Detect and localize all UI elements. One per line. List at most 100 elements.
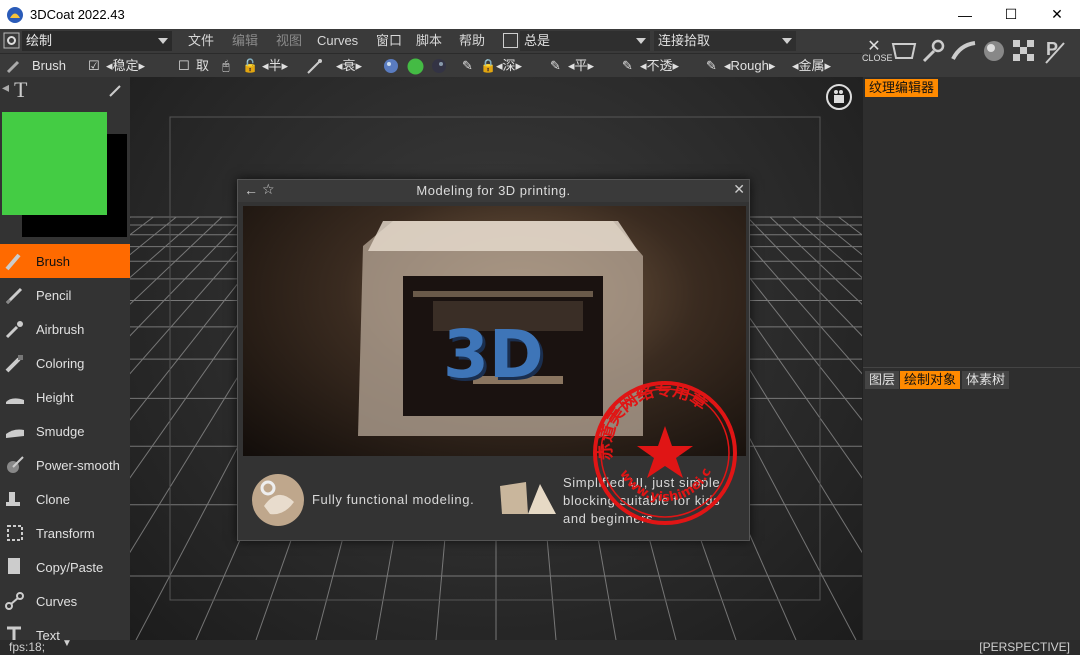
settings-brush-icon[interactable] — [920, 37, 948, 65]
checker-icon[interactable] — [1010, 37, 1038, 65]
falloff-control[interactable]: ◂衰▸ — [336, 54, 362, 78]
always-checkbox[interactable] — [503, 33, 518, 48]
brush-icon — [6, 60, 20, 74]
tool-coloring[interactable]: Coloring — [0, 346, 130, 380]
flat-control[interactable]: ◂平▸ — [568, 54, 594, 78]
menu-curves[interactable]: Curves — [317, 29, 358, 53]
pen-icon: ✎ — [462, 58, 473, 73]
lock-depth-icon[interactable]: 🔒 — [480, 54, 496, 78]
depth-control[interactable]: ◂深▸ — [496, 54, 522, 78]
tab-texture-editor[interactable]: 纹理编辑器 — [865, 79, 939, 97]
pen-pressure-icon[interactable] — [306, 57, 324, 75]
brush-icon — [5, 253, 21, 271]
pencil-icon — [5, 287, 23, 305]
close-tool-button[interactable]: ✕ CLOSE — [862, 38, 893, 64]
tab-layers[interactable]: 图层 — [865, 371, 900, 389]
tool-copy-paste[interactable]: Copy/Paste — [0, 550, 130, 584]
material-sphere-icon[interactable] — [383, 58, 399, 74]
mouse-icon[interactable]: 🖰 — [222, 54, 230, 78]
stabilize-control[interactable]: ◂稳定▸ — [106, 54, 145, 78]
color-sphere-icon[interactable] — [407, 58, 424, 75]
menu-help[interactable]: 帮助 — [459, 29, 485, 53]
tool-airbrush[interactable]: Airbrush — [0, 312, 130, 346]
panel-divider — [863, 367, 1080, 368]
curves-icon — [5, 592, 24, 610]
tool-transform[interactable]: Transform — [0, 516, 130, 550]
pen-icon: ✎ — [706, 58, 717, 73]
tool-label: Curves — [36, 593, 78, 609]
always-label: 总是 — [524, 33, 551, 48]
tool-text[interactable]: Text — [0, 618, 130, 640]
frame-icon[interactable] — [890, 37, 918, 65]
chevron-down-icon — [158, 38, 168, 44]
tool-curves[interactable]: Curves — [0, 584, 130, 618]
menu-file[interactable]: 文件 — [188, 29, 214, 53]
maximize-button[interactable]: ☐ — [988, 0, 1034, 29]
tool-label: Power-smooth — [36, 457, 120, 473]
window-title: 3DCoat 2022.43 — [30, 7, 125, 22]
metalness-control[interactable]: ◂金属▸ — [792, 54, 831, 78]
text-tool-icon[interactable]: T — [14, 77, 27, 103]
3d-logo-text: 3D — [443, 316, 544, 393]
pen-icon: ✎ — [622, 58, 633, 73]
roughness-control[interactable]: ◂Rough▸ — [724, 54, 775, 78]
menu-script[interactable]: 脚本 — [416, 29, 442, 53]
tool-height[interactable]: Height — [0, 380, 130, 414]
sphere-icon[interactable] — [980, 37, 1008, 65]
copy-paste-icon — [8, 558, 20, 574]
brush-name-label: Brush — [32, 58, 66, 73]
always-dropdown[interactable]: 总是 — [520, 31, 650, 51]
pick-label: 连接拾取 — [658, 33, 711, 48]
tool-smudge[interactable]: Smudge — [0, 414, 130, 448]
mode-dropdown-value: 绘制 — [26, 33, 53, 48]
tool-clone[interactable]: Clone — [0, 482, 130, 516]
menu-edit[interactable]: 编辑 — [232, 29, 258, 53]
menu-window[interactable]: 窗口 — [376, 29, 402, 53]
tool-label: Brush — [36, 253, 70, 269]
chevron-down-icon — [782, 38, 792, 44]
mode-dropdown[interactable]: 绘制 — [22, 31, 172, 51]
power-smooth-icon — [7, 456, 24, 473]
close-tool-label: CLOSE — [862, 53, 893, 63]
feature-modeling-text: Fully functional modeling. — [312, 492, 475, 507]
minimize-button[interactable]: — — [942, 0, 988, 29]
gloss-sphere-icon[interactable] — [431, 58, 447, 74]
fps-counter: fps:18; — [9, 640, 46, 654]
eyedropper-icon[interactable] — [108, 82, 124, 98]
title-bar: 3DCoat 2022.43 — ☐ ✕ — [0, 0, 1080, 29]
cancel-checkbox[interactable]: ☐ — [178, 54, 190, 78]
tool-label: Airbrush — [36, 321, 85, 337]
lock-icon[interactable]: 🔓 — [242, 54, 258, 78]
stabilize-checkbox[interactable]: ☑ — [88, 54, 100, 78]
tool-pencil[interactable]: Pencil — [0, 278, 130, 312]
tab-paint-objects[interactable]: 绘制对象 — [900, 371, 961, 389]
radius-control[interactable]: ◂半▸ — [262, 54, 288, 78]
tool-brush[interactable]: Brush — [0, 244, 130, 278]
collapse-arrow-icon[interactable]: ◂ — [2, 79, 9, 96]
primary-color-swatch[interactable] — [2, 112, 107, 215]
stroke-icon[interactable] — [950, 37, 978, 65]
right-panel: 纹理编辑器 图层 绘制对象 体素树 — [862, 77, 1080, 640]
app-logo-icon — [7, 6, 23, 23]
close-window-button[interactable]: ✕ — [1034, 0, 1080, 29]
status-bar: fps:18; ▼ [PERSPECTIVE] — [0, 638, 1080, 655]
opacity-control[interactable]: ◂不透▸ — [640, 54, 679, 78]
brush-options-bar: Brush ☑ ◂稳定▸ ☐ 取 🖰 🔓 ◂半▸ ◂衰▸ ✎ 🔒 ◂深▸ ✎ ◂… — [0, 53, 862, 77]
modeling-icon — [252, 474, 304, 526]
tool-power-smooth[interactable]: Power-smooth — [0, 448, 130, 482]
red-seal-stamp: 赤道美网络专用章 www.yishimei.cn — [590, 378, 737, 525]
menu-view[interactable]: 视图 — [276, 29, 302, 53]
close-x-icon: ✕ — [867, 38, 881, 55]
chevron-down-icon — [636, 38, 646, 44]
tab-voxel-tree[interactable]: 体素树 — [962, 371, 1010, 389]
camera-icon[interactable] — [825, 83, 853, 111]
airbrush-icon — [5, 321, 23, 339]
clone-icon — [6, 492, 20, 506]
chevron-down-icon[interactable]: ▼ — [62, 638, 72, 649]
tool-label: Height — [36, 389, 74, 405]
p-brush-icon[interactable]: P — [1040, 37, 1068, 65]
gear-icon[interactable] — [3, 32, 20, 49]
close-icon[interactable]: ✕ — [733, 181, 745, 198]
pick-dropdown[interactable]: 连接拾取 — [654, 31, 796, 51]
tools-panel: ◂ T Brush Pencil Airbrush Coloring Height Smu… — [0, 77, 130, 640]
